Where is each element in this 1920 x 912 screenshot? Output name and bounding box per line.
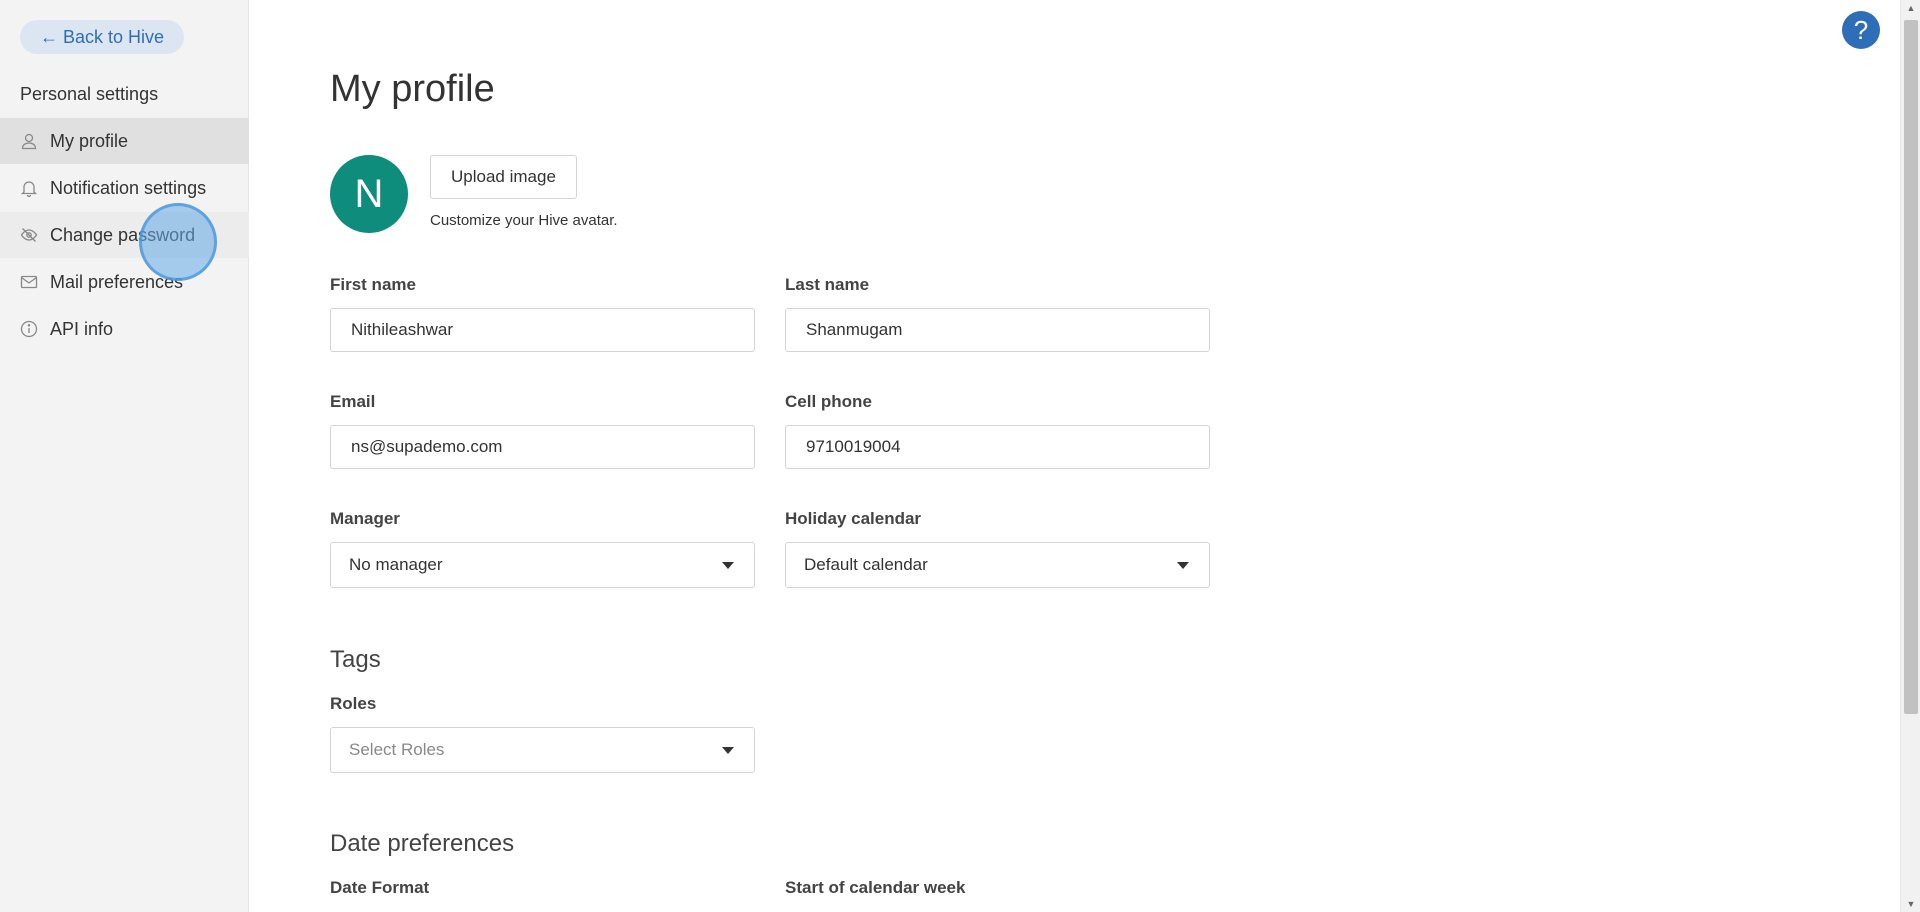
last-name-field[interactable]: Shanmugam bbox=[785, 308, 1210, 352]
user-icon bbox=[20, 132, 38, 150]
manager-value: No manager bbox=[349, 555, 443, 574]
chevron-down-icon bbox=[722, 746, 734, 754]
page-scrollbar[interactable]: ▲ ▼ bbox=[1900, 0, 1920, 912]
help-icon: ? bbox=[1853, 14, 1869, 45]
holiday-calendar-select[interactable]: Default calendar bbox=[785, 542, 1210, 588]
sidebar-item-label: My profile bbox=[50, 130, 129, 151]
first-name-field[interactable]: Nithileashwar bbox=[330, 308, 755, 352]
email-field[interactable]: ns@supademo.com bbox=[330, 425, 755, 469]
tags-section-title: Tags bbox=[330, 646, 381, 673]
sidebar-heading: Personal settings bbox=[20, 84, 159, 104]
profile-main: My profile N Upload image Customize your… bbox=[250, 0, 1900, 912]
back-to-hive-button[interactable]: ← Back to Hive bbox=[20, 20, 185, 54]
help-button[interactable]: ? bbox=[1842, 11, 1880, 49]
last-name-value: Shanmugam bbox=[806, 320, 903, 339]
page-title: My profile bbox=[330, 68, 495, 110]
eye-slash-icon bbox=[20, 226, 38, 244]
settings-nav: My profile Notification settings Change … bbox=[0, 118, 249, 353]
email-label: Email bbox=[330, 392, 376, 411]
back-to-hive-label: ← Back to Hive bbox=[40, 27, 165, 47]
scroll-thumb[interactable] bbox=[1904, 20, 1918, 714]
sidebar-item-label: Mail preferences bbox=[50, 271, 184, 292]
manager-label: Manager bbox=[330, 509, 400, 528]
info-icon bbox=[20, 320, 38, 338]
upload-image-button[interactable]: Upload image bbox=[430, 155, 577, 199]
first-name-label: First name bbox=[330, 275, 416, 294]
sidebar-item-notification-settings[interactable]: Notification settings bbox=[0, 165, 249, 211]
date-preferences-title: Date preferences bbox=[330, 830, 515, 857]
cell-phone-label: Cell phone bbox=[785, 392, 872, 411]
holiday-calendar-label: Holiday calendar bbox=[785, 509, 922, 528]
week-start-label: Start of calendar week bbox=[785, 878, 966, 897]
first-name-value: Nithileashwar bbox=[351, 320, 454, 339]
avatar-initial: N bbox=[354, 171, 384, 216]
chevron-down-icon bbox=[722, 561, 734, 569]
sidebar-item-my-profile[interactable]: My profile bbox=[0, 118, 249, 164]
scroll-down-icon[interactable]: ▼ bbox=[1901, 896, 1920, 912]
sidebar-item-label: Change password bbox=[50, 224, 196, 245]
date-format-label: Date Format bbox=[330, 878, 430, 897]
cell-phone-value: 9710019004 bbox=[806, 437, 901, 456]
last-name-label: Last name bbox=[785, 275, 870, 294]
roles-select[interactable]: Select Roles bbox=[330, 727, 755, 773]
scroll-up-icon[interactable]: ▲ bbox=[1901, 0, 1920, 16]
avatar: N bbox=[330, 155, 408, 233]
roles-label: Roles bbox=[330, 694, 377, 713]
sidebar-item-api-info[interactable]: API info bbox=[0, 306, 249, 352]
chevron-down-icon bbox=[1177, 561, 1189, 569]
sidebar-item-label: API info bbox=[50, 318, 114, 339]
roles-placeholder: Select Roles bbox=[349, 740, 445, 759]
holiday-calendar-value: Default calendar bbox=[804, 555, 928, 574]
sidebar: ← Back to Hive Personal settings My prof… bbox=[0, 0, 249, 912]
manager-select[interactable]: No manager bbox=[330, 542, 755, 588]
avatar-hint: Customize your Hive avatar. bbox=[430, 212, 618, 229]
email-value: ns@supademo.com bbox=[351, 437, 503, 456]
envelope-icon bbox=[20, 273, 38, 291]
cell-phone-field[interactable]: 9710019004 bbox=[785, 425, 1210, 469]
sidebar-item-change-password[interactable]: Change password bbox=[0, 212, 249, 258]
sidebar-item-label: Notification settings bbox=[50, 177, 207, 198]
sidebar-item-mail-preferences[interactable]: Mail preferences bbox=[0, 259, 249, 305]
bell-icon bbox=[20, 179, 38, 197]
